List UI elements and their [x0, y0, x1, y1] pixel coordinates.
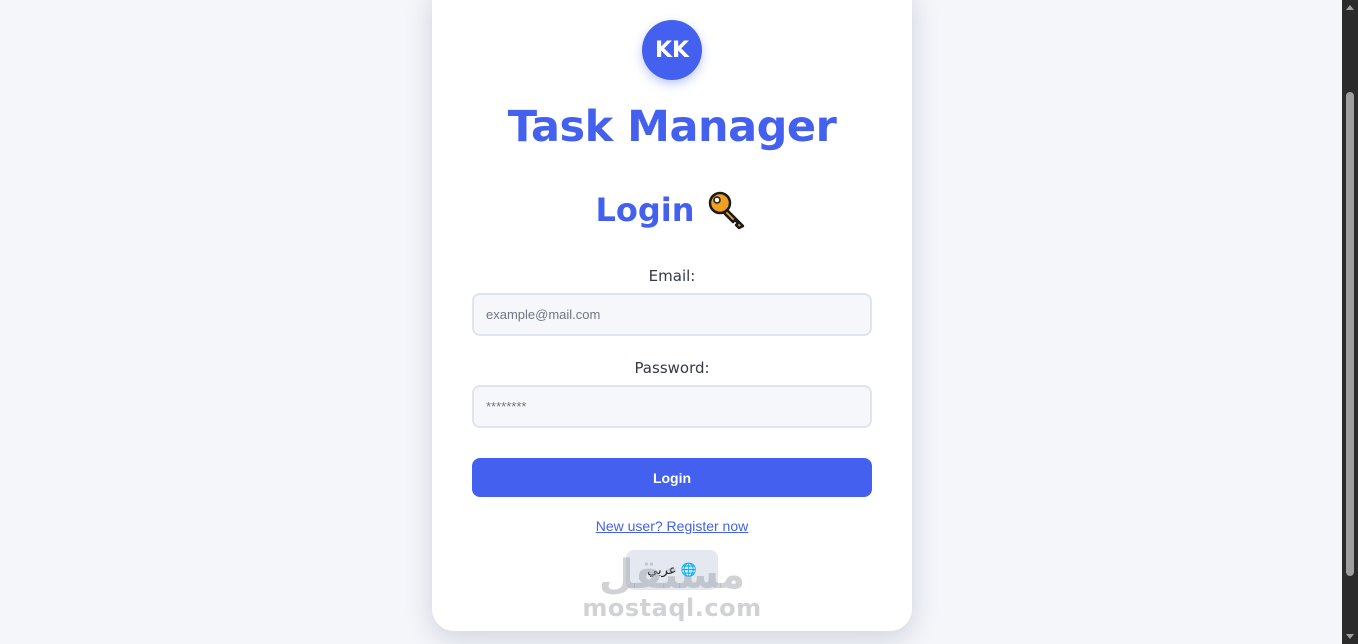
scroll-down-arrow-icon[interactable]	[1346, 634, 1354, 639]
register-link[interactable]: New user? Register now	[432, 518, 912, 534]
watermark-latin: mostaql.com	[582, 594, 762, 622]
language-toggle-button[interactable]: عربي 🌐	[626, 550, 718, 590]
scroll-up-arrow-icon[interactable]	[1346, 5, 1354, 10]
app-title: Task Manager	[507, 102, 837, 152]
password-label: Password:	[634, 359, 710, 377]
login-heading-text: Login	[595, 191, 695, 229]
page: KK Task Manager Login Email: Password: L…	[0, 0, 1358, 644]
key-icon	[707, 190, 749, 230]
email-field[interactable]	[472, 293, 872, 336]
login-heading: Login	[432, 190, 912, 230]
email-label: Email:	[648, 267, 696, 285]
app-logo: KK	[642, 20, 702, 80]
vertical-scrollbar[interactable]	[1342, 0, 1358, 644]
login-button[interactable]: Login	[472, 458, 872, 497]
language-button-label: عربي 🌐	[647, 562, 697, 578]
login-card: KK Task Manager Login Email: Password: L…	[432, 0, 912, 631]
password-field[interactable]	[472, 385, 872, 428]
scrollbar-thumb[interactable]	[1346, 92, 1354, 576]
